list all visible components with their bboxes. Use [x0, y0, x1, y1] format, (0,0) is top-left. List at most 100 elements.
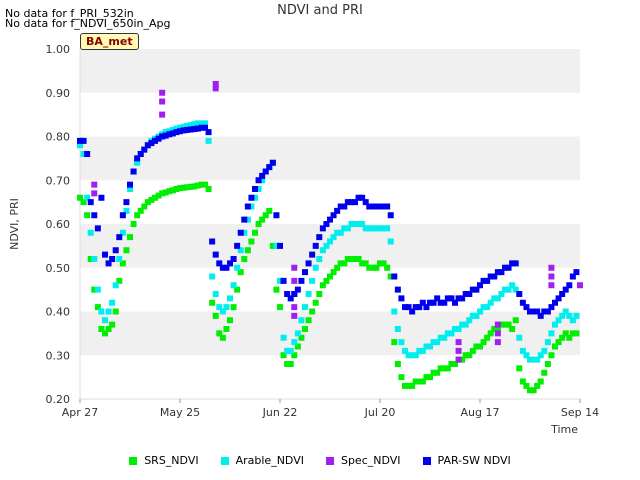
arable-ndvi-point — [234, 264, 241, 271]
par-sw-ndvi-point — [87, 199, 94, 206]
spec-ndvi-point — [577, 282, 583, 289]
srs-ndvi-point — [391, 339, 398, 346]
arable-ndvi-point — [541, 347, 548, 354]
par-sw-ndvi-point — [119, 212, 126, 219]
par-sw-ndvi-point — [516, 291, 523, 297]
legend-swatch — [220, 456, 229, 465]
spec-ndvi-point — [291, 304, 298, 311]
arable-ndvi-point — [112, 282, 119, 289]
par-sw-ndvi-point — [387, 212, 394, 219]
srs-ndvi-point — [227, 317, 233, 324]
par-sw-ndvi-point — [248, 194, 255, 201]
x-tick-label: Aug 17 — [461, 406, 500, 419]
arable-ndvi-point — [298, 317, 305, 324]
srs-ndvi-point — [537, 378, 544, 385]
chart-plot: 0.20 0.30 0.40 0.50 0.60 0.70 0.80 0.90 1.00 Apr… — [8, 43, 599, 436]
par-sw-ndvi-point — [102, 251, 108, 258]
arable-ndvi-point — [398, 339, 405, 346]
srs-ndvi-point — [544, 361, 551, 367]
arable-ndvi-point — [384, 225, 391, 232]
par-sw-ndvi-point — [116, 234, 123, 241]
par-sw-ndvi-point — [241, 216, 248, 223]
spec-ndvi-point — [291, 277, 298, 284]
srs-ndvi-point — [212, 312, 219, 319]
arable-ndvi-point — [287, 347, 294, 354]
par-sw-ndvi-point — [209, 238, 216, 245]
par-sw-ndvi-point — [384, 203, 391, 210]
spec-ndvi-point — [494, 330, 501, 337]
spec-ndvi-point — [291, 312, 298, 319]
arable-ndvi-point — [291, 339, 298, 346]
arable-ndvi-point — [91, 256, 98, 262]
par-sw-ndvi-point — [127, 181, 133, 188]
srs-ndvi-point — [548, 352, 555, 359]
srs-ndvi-point — [573, 330, 580, 337]
par-sw-ndvi-point — [312, 242, 319, 249]
srs-ndvi-point — [244, 247, 251, 254]
legend-item: Arable_NDVI — [220, 454, 304, 467]
arable-ndvi-point — [102, 317, 108, 324]
spec-ndvi-point — [548, 273, 555, 280]
spec-ndvi-point — [212, 85, 219, 92]
y-axis-label: NDVI, PRI — [8, 198, 21, 250]
srs-ndvi-point — [509, 326, 516, 332]
par-sw-ndvi-point — [237, 229, 244, 236]
par-sw-ndvi-point — [512, 260, 519, 267]
arable-ndvi-point — [316, 256, 323, 262]
par-sw-ndvi-point — [109, 256, 116, 262]
spec-ndvi-point — [159, 98, 166, 105]
spec-ndvi-point — [159, 89, 166, 96]
spec-ndvi-point — [91, 181, 98, 188]
grid-band — [80, 311, 580, 356]
srs-ndvi-point — [302, 326, 308, 332]
spec-ndvi-point — [494, 321, 501, 328]
spec-ndvi-point — [291, 264, 298, 271]
arable-ndvi-point — [312, 264, 319, 271]
spec-ndvi-point — [159, 111, 166, 118]
srs-ndvi-point — [277, 304, 283, 311]
par-sw-ndvi-point — [230, 256, 237, 262]
legend-label: Spec_NDVI — [340, 454, 401, 467]
arable-ndvi-point — [116, 256, 123, 262]
par-sw-ndvi-point — [394, 286, 401, 293]
srs-ndvi-point — [516, 365, 523, 372]
grid-band — [80, 49, 580, 93]
y-tick-label: 0.50 — [46, 262, 71, 275]
par-sw-ndvi-point — [302, 269, 308, 276]
legend-swatch — [422, 456, 431, 465]
par-sw-ndvi-point — [91, 212, 98, 219]
x-tick-label: Sep 14 — [561, 406, 599, 419]
y-tick-label: 0.30 — [46, 349, 71, 362]
srs-ndvi-point — [384, 264, 391, 271]
site-badge: BA_met — [80, 33, 139, 50]
srs-ndvi-point — [316, 291, 323, 297]
srs-ndvi-point — [112, 308, 119, 315]
y-tick-label: 0.20 — [46, 393, 71, 406]
par-sw-ndvi-point — [316, 234, 323, 241]
legend-item: PAR-SW NDVI — [422, 454, 511, 467]
arable-ndvi-point — [98, 308, 105, 315]
srs-ndvi-point — [205, 186, 212, 192]
legend-swatch — [325, 456, 334, 465]
y-tick-label: 0.80 — [46, 131, 71, 144]
spec-ndvi-point — [548, 264, 555, 271]
par-sw-ndvi-point — [94, 225, 101, 232]
par-sw-ndvi-point — [205, 129, 212, 136]
srs-ndvi-point — [230, 304, 237, 311]
srs-ndvi-point — [273, 286, 280, 293]
srs-ndvi-point — [266, 207, 273, 214]
grid-band — [80, 224, 580, 268]
arable-ndvi-point — [548, 330, 555, 337]
srs-ndvi-point — [84, 212, 91, 219]
x-tick-label: Jun 22 — [262, 406, 298, 419]
arable-ndvi-point — [516, 334, 523, 341]
par-sw-ndvi-point — [273, 212, 280, 219]
x-tick-label: May 25 — [160, 406, 200, 419]
srs-ndvi-point — [394, 361, 401, 367]
arable-ndvi-point — [227, 295, 233, 302]
par-sw-ndvi-point — [98, 194, 105, 201]
x-tick-label: Jul 20 — [364, 406, 396, 419]
srs-ndvi-point — [248, 238, 255, 245]
y-tick-label: 1.00 — [46, 43, 71, 56]
par-sw-ndvi-point — [391, 273, 398, 280]
